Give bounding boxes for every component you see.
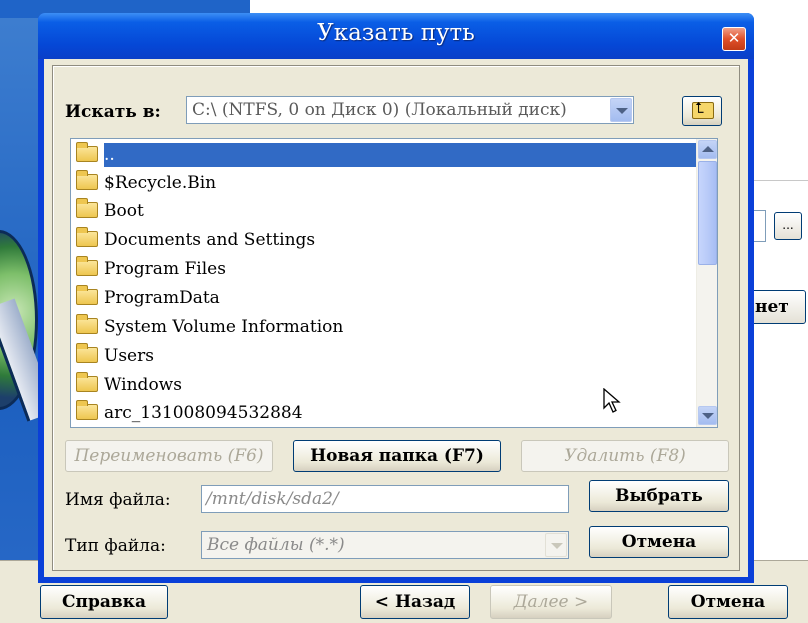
back-button[interactable]: < Назад [360, 585, 470, 619]
list-item[interactable]: Windows [73, 371, 693, 399]
list-item[interactable]: Program Files [73, 255, 693, 283]
list-item-label: arc_131008094532884 [104, 403, 303, 423]
list-item[interactable]: $Recycle.Bin [73, 169, 693, 197]
new-folder-button[interactable]: Новая папка (F7) [293, 440, 501, 472]
folder-icon [76, 227, 98, 247]
wizard-browse-button[interactable]: ... [774, 212, 802, 240]
up-folder-icon [692, 99, 714, 119]
file-list-scrollbar[interactable] [696, 139, 717, 427]
list-item-label: Windows [104, 375, 182, 395]
select-path-dialog: Указать путь ✕ Искать в: C:\ (NTFS, 0 on… [38, 13, 754, 583]
file-name-label: Имя файла: [65, 490, 171, 510]
folder-icon [76, 314, 98, 334]
file-type-label: Тип файла: [65, 536, 166, 556]
dialog-client-area: Искать в: C:\ (NTFS, 0 on Диск 0) (Локал… [44, 59, 748, 577]
file-name-field[interactable]: /mnt/disk/sda2/ [201, 485, 569, 513]
up-folder-button[interactable] [682, 96, 722, 126]
scroll-thumb[interactable] [698, 161, 717, 265]
wizard-cancel-button[interactable]: Отмена [668, 585, 788, 619]
list-item[interactable]: Boot [73, 197, 693, 225]
wizard-partial-button[interactable]: нет [746, 290, 806, 324]
file-list[interactable]: .. $Recycle.Bin Boot Documents and Setti… [70, 138, 718, 428]
scroll-up-icon[interactable] [698, 140, 717, 159]
dialog-group-frame: Искать в: C:\ (NTFS, 0 on Диск 0) (Локал… [52, 65, 740, 571]
scroll-down-icon[interactable] [698, 406, 717, 425]
list-item-label: System Volume Information [104, 317, 344, 337]
list-item-label: Documents and Settings [104, 230, 316, 250]
chevron-down-icon[interactable] [545, 533, 567, 557]
cancel-button[interactable]: Отмена [589, 526, 729, 558]
next-button[interactable]: Далее > [490, 585, 612, 619]
chevron-down-icon[interactable] [610, 98, 632, 122]
list-item-label: ProgramData [104, 288, 220, 308]
list-item-label: $Recycle.Bin [104, 173, 217, 193]
look-in-dropdown[interactable]: C:\ (NTFS, 0 on Диск 0) (Локальный диск) [186, 96, 634, 124]
wizard-path-input[interactable] [752, 210, 766, 242]
list-item-label: Program Files [104, 259, 226, 279]
folder-icon [76, 372, 98, 392]
list-item[interactable]: Users [73, 342, 693, 370]
list-item-label: Users [104, 346, 154, 366]
dialog-title: Указать путь [317, 20, 475, 46]
list-item[interactable]: arc_131008094532884 [73, 399, 693, 427]
delete-button[interactable]: Удалить (F8) [521, 440, 729, 472]
folder-icon [76, 343, 98, 363]
look-in-value: C:\ (NTFS, 0 on Диск 0) (Локальный диск) [192, 100, 567, 120]
folder-icon [76, 198, 98, 218]
close-icon[interactable]: ✕ [722, 27, 746, 51]
list-item-label: .. [104, 143, 698, 167]
dialog-title-bar[interactable]: Указать путь ✕ [38, 13, 754, 59]
help-button[interactable]: Справка [40, 585, 168, 619]
folder-icon [76, 400, 98, 420]
list-item[interactable]: System Volume Information [73, 313, 693, 341]
rename-button[interactable]: Переименовать (F6) [65, 440, 273, 472]
folder-icon [76, 256, 98, 276]
file-type-dropdown[interactable]: Все файлы (*.*) [201, 531, 569, 559]
folder-icon [76, 142, 98, 162]
list-item[interactable]: Documents and Settings [73, 226, 693, 254]
list-item-label: Boot [104, 201, 144, 221]
list-item[interactable]: .. [73, 141, 698, 169]
file-type-value: Все файлы (*.*) [207, 535, 345, 555]
list-item[interactable]: ProgramData [73, 284, 693, 312]
select-button[interactable]: Выбрать [589, 480, 729, 512]
look-in-label: Искать в: [65, 102, 161, 122]
folder-icon [76, 285, 98, 305]
mouse-cursor-icon [603, 388, 621, 413]
folder-icon [76, 170, 98, 190]
